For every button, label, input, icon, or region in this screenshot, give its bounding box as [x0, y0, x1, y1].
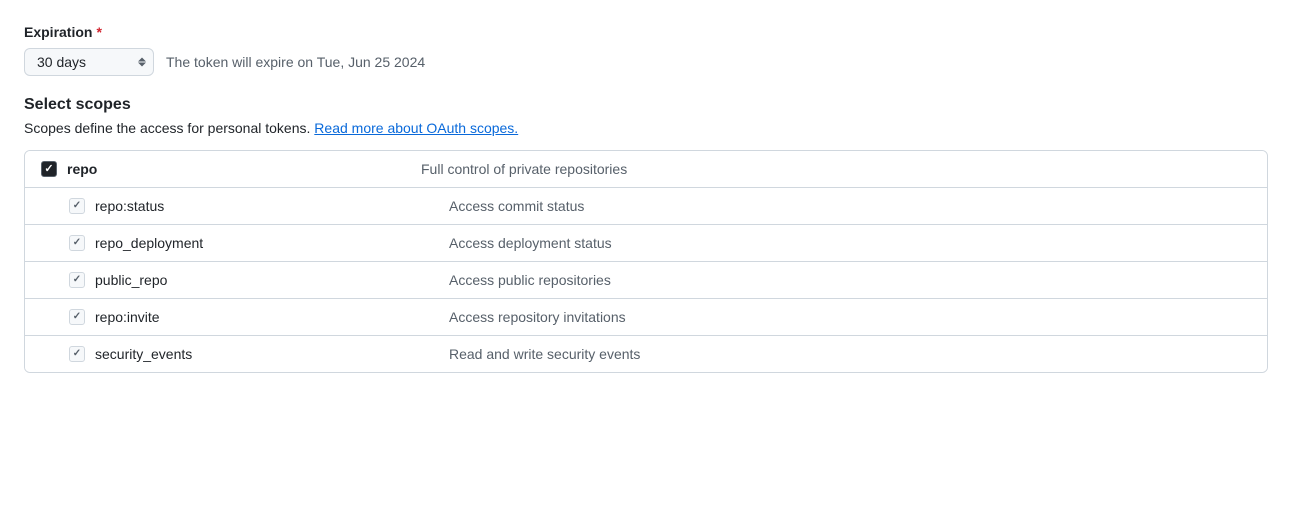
repo-deployment-checkbox[interactable]: ✓	[69, 235, 85, 251]
scope-left-public-repo: ✓ public_repo	[69, 272, 449, 288]
expiration-label-text: Expiration	[24, 24, 92, 40]
scopes-title: Select scopes	[24, 96, 1268, 114]
expiration-select-wrapper: 7 days 30 days 60 days 90 days Custom No…	[24, 48, 154, 76]
public-repo-checkbox[interactable]: ✓	[69, 272, 85, 288]
checkmark-sub-icon: ✓	[73, 349, 81, 359]
oauth-scopes-link[interactable]: Read more about OAuth scopes.	[314, 120, 518, 136]
repo-deployment-description: Access deployment status	[449, 235, 612, 251]
checkmark-sub-icon: ✓	[73, 238, 81, 248]
scope-left-repo-status: ✓ repo:status	[69, 198, 449, 214]
repo-invite-checkbox[interactable]: ✓	[69, 309, 85, 325]
checkmark-icon: ✓	[44, 164, 53, 175]
checkmark-sub-icon: ✓	[73, 312, 81, 322]
expiration-section: Expiration * 7 days 30 days 60 days 90 d…	[24, 24, 1268, 76]
expiration-row: 7 days 30 days 60 days 90 days Custom No…	[24, 48, 1268, 76]
security-events-description: Read and write security events	[449, 346, 640, 362]
repo-status-description: Access commit status	[449, 198, 584, 214]
expiration-select[interactable]: 7 days 30 days 60 days 90 days Custom No…	[24, 48, 154, 76]
security-events-checkbox[interactable]: ✓	[69, 346, 85, 362]
scope-row-repo-deployment: ✓ repo_deployment Access deployment stat…	[25, 225, 1267, 262]
repo-status-name: repo:status	[95, 198, 164, 214]
public-repo-name: public_repo	[95, 272, 167, 288]
scope-left-repo: ✓ repo	[41, 161, 421, 177]
repo-scope-name: repo	[67, 161, 97, 177]
scope-row-repo: ✓ repo Full control of private repositor…	[25, 151, 1267, 188]
scopes-description: Scopes define the access for personal to…	[24, 120, 1268, 136]
expiration-label: Expiration *	[24, 24, 1268, 40]
expiration-hint: The token will expire on Tue, Jun 25 202…	[166, 54, 425, 70]
scope-left-repo-invite: ✓ repo:invite	[69, 309, 449, 325]
checkmark-sub-icon: ✓	[73, 201, 81, 211]
checkmark-sub-icon: ✓	[73, 275, 81, 285]
security-events-name: security_events	[95, 346, 192, 362]
scope-row-public-repo: ✓ public_repo Access public repositories	[25, 262, 1267, 299]
scope-left-repo-deployment: ✓ repo_deployment	[69, 235, 449, 251]
required-marker: *	[96, 24, 101, 40]
scope-row-security-events: ✓ security_events Read and write securit…	[25, 336, 1267, 372]
scopes-description-text: Scopes define the access for personal to…	[24, 120, 310, 136]
repo-scope-description: Full control of private repositories	[421, 161, 627, 177]
repo-invite-name: repo:invite	[95, 309, 160, 325]
repo-checkbox[interactable]: ✓	[41, 161, 57, 177]
repo-status-checkbox[interactable]: ✓	[69, 198, 85, 214]
public-repo-description: Access public repositories	[449, 272, 611, 288]
repo-deployment-name: repo_deployment	[95, 235, 203, 251]
scope-row-repo-status: ✓ repo:status Access commit status	[25, 188, 1267, 225]
scopes-box: ✓ repo Full control of private repositor…	[24, 150, 1268, 373]
scope-row-repo-invite: ✓ repo:invite Access repository invitati…	[25, 299, 1267, 336]
scope-left-security-events: ✓ security_events	[69, 346, 449, 362]
repo-invite-description: Access repository invitations	[449, 309, 626, 325]
scopes-section: Select scopes Scopes define the access f…	[24, 96, 1268, 373]
